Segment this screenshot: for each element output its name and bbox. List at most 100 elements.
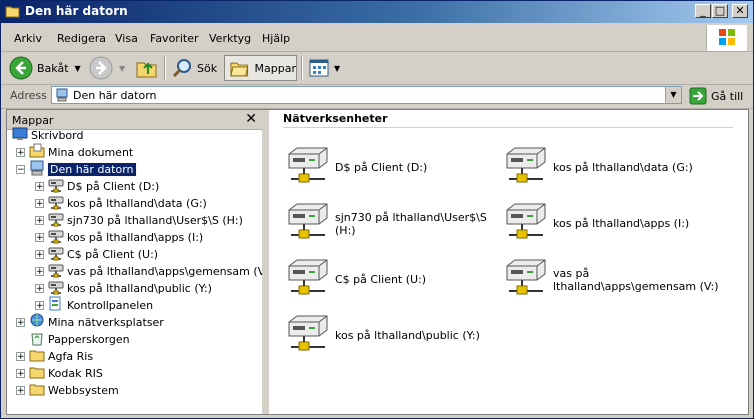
tree-item-label: kos på lthalland\apps (I:) [67,231,204,244]
tree-item[interactable]: + Kodak RIS [16,365,103,382]
expand-toggle-icon[interactable]: + [35,199,44,209]
menu-visa[interactable]: Visa [115,32,138,45]
network-drive-icon [285,146,331,189]
group-title: Nätverksenheter [283,112,388,125]
tree-item-label: Mina dokument [48,146,134,159]
tree-item[interactable]: + vas på lthalland\apps\gemensam (V:) [35,263,263,280]
network-drive-icon [503,146,549,189]
tree-item[interactable]: Papperskorgen [16,331,130,348]
back-label: Bakåt [37,61,69,75]
toolbar-separator [301,56,303,80]
expand-toggle-icon[interactable]: + [16,318,25,328]
tree-item[interactable]: + D$ på Client (D:) [35,178,159,195]
forward-button[interactable]: ▼ [89,55,125,81]
tree-item[interactable]: + Mina nätverksplatser [16,313,164,331]
views-icon [309,59,329,77]
expand-toggle-icon[interactable]: + [16,148,25,158]
tree-item[interactable]: − Den här datorn [16,160,137,179]
drive-label: kos på lthalland\data (G:) [553,161,693,174]
tree-item-label: sjn730 på lthalland\User$\S (H:) [67,214,243,227]
tree-item-label: Skrivbord [31,129,84,142]
tree-item[interactable]: + kos på lthalland\apps (I:) [35,229,203,246]
network-drive-item[interactable]: kos på lthalland\apps (I:) [503,202,689,245]
go-arrow-icon [689,87,707,105]
drive-label: kos på lthalland\public (Y:) [335,329,480,342]
close-button[interactable]: ✕ [732,4,748,18]
network-drive-item[interactable]: D$ på Client (D:) [285,146,427,189]
menu-verktyg[interactable]: Verktyg [209,32,251,45]
network-drive-item[interactable]: sjn730 på lthalland\User$\S (H:) [285,202,505,245]
drive-label: kos på lthalland\apps (I:) [553,217,690,230]
expand-toggle-icon[interactable]: + [35,182,44,192]
tree-item[interactable]: + Webbsystem [16,382,119,399]
expand-toggle-icon[interactable]: + [35,250,44,260]
menu-hjalp[interactable]: Hjälp [262,32,290,45]
tree-item-label: D$ på Client (D:) [67,180,160,193]
drive-list: Nätverksenheter D$ på Client (D:) kos på … [269,110,748,414]
tree-item[interactable]: + kos på lthalland\public (Y:) [35,280,212,297]
expand-toggle-icon[interactable]: + [35,267,44,277]
expand-toggle-icon[interactable]: − [16,165,25,175]
expand-toggle-icon[interactable]: + [35,284,44,294]
search-button[interactable]: Sök [171,55,217,81]
views-dropdown-icon[interactable]: ▼ [334,64,340,73]
address-bar: Adress Den här datorn ▼ Gå till [1,84,753,109]
tree-item-label: kos på lthalland\public (Y:) [67,282,212,295]
go-label: Gå till [711,89,744,103]
window-title: Den här datorn [25,4,128,18]
expand-toggle-icon [16,335,25,344]
expand-toggle-icon[interactable]: + [35,233,44,243]
network-drive-item[interactable]: C$ på Client (U:) [285,258,426,301]
expand-toggle-icon[interactable]: + [16,369,25,379]
tree-item-label: kos på lthalland\data (G:) [67,197,207,210]
folders-button[interactable]: Mappar [224,55,297,81]
address-value: Den här datorn [73,89,157,102]
tree-item[interactable]: + kos på lthalland\data (G:) [35,195,207,212]
tree-item[interactable]: Skrivbord [12,127,83,144]
expand-toggle-icon[interactable]: + [35,301,44,311]
close-pane-icon[interactable]: ✕ [245,111,257,127]
network-drive-item[interactable]: vas på lthalland\apps\gemensam (V:) [503,258,723,301]
back-button[interactable]: Bakåt ▼ [9,55,81,81]
title-bar[interactable]: Den här datorn _ □ ✕ [1,1,753,23]
tree-item-label: C$ på Client (U:) [67,248,159,261]
expand-toggle-icon[interactable]: + [16,352,25,362]
tree-item[interactable]: + Agfa Ris [16,348,93,365]
up-folder-button[interactable] [135,55,159,81]
address-dropdown-icon[interactable]: ▼ [665,87,681,103]
menu-arkiv[interactable]: Arkiv [14,32,42,45]
address-field[interactable]: Den här datorn ▼ [51,86,682,104]
explorer-window: Den här datorn _ □ ✕ Arkiv Redigera Visa… [0,0,754,419]
network-drive-icon [503,258,549,301]
maximize-button[interactable]: □ [712,4,728,18]
search-icon [172,59,191,78]
menu-favoriter[interactable]: Favoriter [150,32,198,45]
expand-toggle-icon[interactable]: + [35,216,44,226]
network-drive-item[interactable]: kos på lthalland\data (G:) [503,146,693,189]
tree-item-label: Webbsystem [48,384,119,397]
go-button[interactable]: Gå till [689,86,743,106]
tree-item-label: Agfa Ris [48,350,94,363]
network-drive-icon [285,314,331,357]
search-label: Sök [197,61,218,75]
tree-item[interactable]: + C$ på Client (U:) [35,246,158,263]
minimize-button[interactable]: _ [695,4,711,18]
tree-item[interactable]: + Kontrollpanelen [35,296,153,314]
drive-label: vas på lthalland\apps\gemensam (V:) [553,266,719,293]
my-computer-icon [29,160,48,179]
network-drive-item[interactable]: kos på lthalland\public (Y:) [285,314,480,357]
tree-item[interactable]: + sjn730 på lthalland\User$\S (H:) [35,212,243,229]
folder-icon [5,6,20,18]
back-dropdown-icon[interactable]: ▼ [75,64,81,73]
tree-item-label: Den här datorn [47,162,137,177]
views-button[interactable]: ▼ [308,55,340,81]
pane-splitter[interactable] [262,110,269,414]
up-folder-icon [136,62,157,78]
drive-label: sjn730 på lthalland\User$\S (H:) [335,210,487,237]
expand-toggle-icon[interactable]: + [16,386,25,396]
tree-item-label: vas på lthalland\apps\gemensam (V:) [67,265,263,278]
windows-logo-icon [706,25,747,51]
forward-dropdown-icon[interactable]: ▼ [119,64,125,73]
tree-item[interactable]: + Mina dokument [16,143,134,161]
menu-redigera[interactable]: Redigera [57,32,106,45]
